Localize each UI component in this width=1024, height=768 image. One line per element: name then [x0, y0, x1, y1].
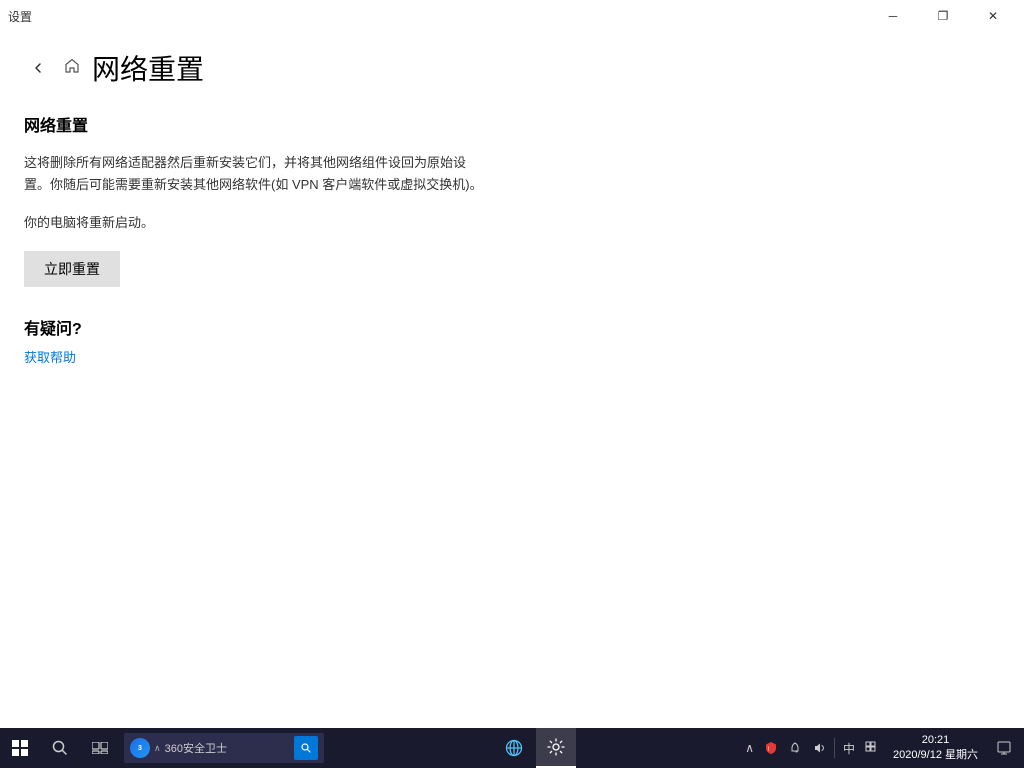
- faq-title: 有疑问?: [24, 315, 1000, 339]
- tray-volume-icon[interactable]: [808, 728, 830, 768]
- section-title: 网络重置: [24, 112, 1000, 136]
- taskbar-apps: [494, 728, 576, 768]
- help-link[interactable]: 获取帮助: [24, 350, 76, 365]
- tray-expand-icon: ∧: [154, 743, 161, 754]
- search-input-text: 360安全卫士: [165, 740, 290, 756]
- title-bar-controls: ─ ❐ ✕: [870, 0, 1016, 32]
- language-label: 中: [843, 740, 855, 757]
- taskbar-tray: ∧ ! 中: [741, 728, 1024, 768]
- tray-ime-icon[interactable]: [861, 728, 883, 768]
- home-icon[interactable]: [64, 58, 80, 79]
- minimize-button[interactable]: ─: [870, 0, 916, 32]
- app-title: 设置: [8, 8, 32, 25]
- task-view-button[interactable]: [80, 728, 120, 768]
- tray-notification-icon[interactable]: [784, 728, 806, 768]
- tray-divider: [834, 738, 835, 758]
- system-clock[interactable]: 20:21 2020/9/12 星期六: [885, 728, 986, 768]
- search-button[interactable]: [40, 728, 80, 768]
- clock-date: 2020/9/12 星期六: [893, 748, 978, 763]
- search-bar[interactable]: 3 ∧ 360安全卫士: [124, 733, 324, 763]
- page-title: 网络重置: [92, 48, 204, 88]
- title-bar-left: 设置: [8, 8, 32, 25]
- start-button[interactable]: [0, 728, 40, 768]
- reset-button[interactable]: 立即重置: [24, 251, 120, 287]
- taskbar-app-globe[interactable]: [494, 728, 534, 768]
- clock-time: 20:21: [922, 733, 950, 748]
- search-submit-button[interactable]: [294, 736, 318, 760]
- notification-center-button[interactable]: [988, 728, 1020, 768]
- description-text: 这将删除所有网络适配器然后重新安装它们，并将其他网络组件设回为原始设置。你随后可…: [24, 152, 484, 196]
- tray-expand-icon: ∧: [745, 741, 754, 755]
- back-button[interactable]: [24, 54, 52, 82]
- taskbar-left: 3 ∧ 360安全卫士: [0, 728, 328, 768]
- tray-antivirus-icon[interactable]: !: [760, 728, 782, 768]
- restore-button[interactable]: ❐: [920, 0, 966, 32]
- page-header: 网络重置: [0, 32, 1024, 96]
- main-content: 网络重置 这将删除所有网络适配器然后重新安装它们，并将其他网络组件设回为原始设置…: [0, 96, 1024, 383]
- tray-expand-button[interactable]: ∧: [741, 728, 758, 768]
- taskbar-app-settings[interactable]: [536, 728, 576, 768]
- tray-language-button[interactable]: 中: [839, 728, 859, 768]
- 360-icon: 3: [130, 738, 150, 758]
- close-button[interactable]: ✕: [970, 0, 1016, 32]
- taskbar: 3 ∧ 360安全卫士: [0, 728, 1024, 768]
- restart-note: 你的电脑将重新启动。: [24, 212, 1000, 231]
- title-bar: 设置 ─ ❐ ✕: [0, 0, 1024, 32]
